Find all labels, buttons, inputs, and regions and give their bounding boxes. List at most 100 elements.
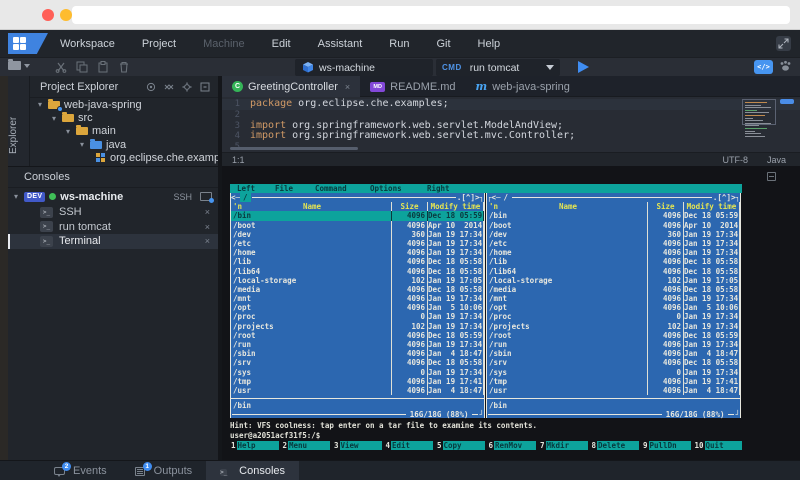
copy-button[interactable] (76, 61, 88, 73)
terminal-view[interactable]: LeftFileCommandOptionsRight <─/.[^]>┐'nN… (222, 166, 800, 460)
machine-tree-row[interactable]: ▾ DEV ws-machine SSH (8, 188, 218, 205)
menu-machine[interactable]: Machine (203, 38, 245, 50)
mc-col-size[interactable]: Size (391, 202, 427, 211)
file-row[interactable]: /root4096Dec 18 05:59 (231, 331, 484, 340)
run-command-button[interactable] (578, 61, 589, 73)
fn-key-view[interactable]: 3View (333, 441, 382, 450)
mc-col-mtime[interactable]: Modify time (683, 202, 740, 211)
mc-col-mtime[interactable]: Modify time (427, 202, 484, 211)
chevron-down-icon[interactable]: ▾ (78, 140, 86, 149)
file-row[interactable]: /boot4096Apr 10 2014 (231, 221, 484, 230)
process-run-tomcat[interactable]: >_run tomcat× (8, 220, 218, 235)
fn-key-help[interactable]: 1Help (230, 441, 279, 450)
file-row[interactable]: /mnt4096Jan 19 17:34 (231, 294, 484, 303)
minimap[interactable] (745, 102, 775, 138)
tab-readme-md[interactable]: MDREADME.md (360, 76, 465, 97)
window-close-button[interactable] (42, 9, 54, 21)
file-row[interactable]: /bin4096Dec 18 05:59 (231, 211, 484, 220)
file-row[interactable]: /proc0Jan 19 17:34 (231, 312, 484, 321)
fn-key-delete[interactable]: 8Delete (591, 441, 640, 450)
file-row[interactable]: /media4096Dec 18 05:58 (231, 285, 484, 294)
close-icon[interactable]: × (205, 236, 210, 246)
file-row[interactable]: /sbin4096Jan 4 18:47 (231, 349, 484, 358)
chevron-down-icon[interactable]: ▾ (12, 192, 20, 201)
fn-key-mkdir[interactable]: 7Mkdir (539, 441, 588, 450)
menu-assistant[interactable]: Assistant (318, 38, 363, 50)
mc-current-path[interactable]: / (501, 193, 512, 202)
file-row[interactable]: /usr4096Jan 4 18:47 (231, 386, 484, 395)
fn-key-pulldn[interactable]: 9PullDn (642, 441, 691, 450)
process-terminal[interactable]: >_Terminal× (8, 234, 218, 249)
tab-greetingcontroller[interactable]: CGreetingController× (222, 76, 360, 97)
tree-item-main[interactable]: ▾main (30, 125, 218, 138)
link-with-editor-icon[interactable] (146, 82, 156, 92)
file-row[interactable]: /etc4096Jan 19 17:34 (231, 239, 484, 248)
file-row[interactable]: /tmp4096Jan 19 17:41 (487, 377, 740, 386)
file-row[interactable]: /sbin4096Jan 4 18:47 (487, 349, 740, 358)
mc-menu-file[interactable]: File (275, 184, 293, 193)
file-row[interactable]: /home4096Jan 19 17:34 (487, 248, 740, 257)
tree-item-org-eclipse-che-examples[interactable]: org.eclipse.che.examples (30, 152, 218, 165)
file-row[interactable]: /opt4096Jan 5 10:06 (487, 303, 740, 312)
mc-menu-left[interactable]: Left (237, 184, 255, 193)
mc-col-name[interactable]: Name (489, 202, 647, 211)
delete-button[interactable] (118, 61, 130, 73)
menu-run[interactable]: Run (389, 38, 409, 50)
file-row[interactable]: /root4096Dec 18 05:59 (487, 331, 740, 340)
file-row[interactable]: /local-storage102Jan 19 17:05 (231, 276, 484, 285)
chevron-down-icon[interactable]: ▾ (36, 100, 44, 109)
cut-button[interactable] (55, 61, 67, 73)
horizontal-scrollbar[interactable] (230, 147, 358, 150)
bottom-tab-outputs[interactable]: 1Outputs (121, 461, 207, 480)
collapse-all-icon[interactable] (164, 82, 174, 92)
file-row[interactable]: /srv4096Dec 18 05:58 (231, 358, 484, 367)
fn-key-quit[interactable]: 10Quit (694, 441, 743, 450)
menu-project[interactable]: Project (142, 38, 176, 50)
close-icon[interactable]: × (205, 207, 210, 217)
minimize-icon[interactable] (767, 172, 776, 181)
tree-item-java[interactable]: ▾java (30, 138, 218, 151)
menu-workspace[interactable]: Workspace (60, 38, 115, 50)
tree-item-web-java-spring[interactable]: ▾web-java-spring (30, 98, 218, 111)
mc-menu-command[interactable]: Command (315, 184, 347, 193)
preview-icon[interactable] (779, 60, 792, 72)
chevron-down-icon[interactable]: ▾ (64, 127, 72, 136)
file-row[interactable]: /sys0Jan 19 17:34 (231, 368, 484, 377)
file-row[interactable]: /usr4096Jan 4 18:47 (487, 386, 740, 395)
close-icon[interactable]: × (205, 222, 210, 232)
paste-button[interactable] (97, 61, 109, 73)
shell-prompt[interactable]: user@a2051acf31f5:/$ (230, 431, 742, 440)
file-row[interactable]: /projects102Jan 19 17:34 (231, 322, 484, 331)
new-project-button[interactable] (8, 61, 30, 70)
machine-selector[interactable]: ws-machine (295, 59, 433, 76)
file-row[interactable]: /etc4096Jan 19 17:34 (487, 239, 740, 248)
file-row[interactable]: /tmp4096Jan 19 17:41 (231, 377, 484, 386)
file-row[interactable]: /run4096Jan 19 17:34 (231, 340, 484, 349)
mc-menu-right[interactable]: Right (427, 184, 450, 193)
file-row[interactable]: /sys0Jan 19 17:34 (487, 368, 740, 377)
address-bar[interactable] (72, 6, 790, 24)
fn-key-copy[interactable]: 5Copy (436, 441, 485, 450)
file-row[interactable]: /boot4096Apr 10 2014 (487, 221, 740, 230)
fn-key-menu[interactable]: 2Menu (282, 441, 331, 450)
file-row[interactable]: /lib4096Dec 18 05:58 (231, 257, 484, 266)
fn-key-edit[interactable]: 4Edit (385, 441, 434, 450)
file-row[interactable]: /local-storage102Jan 19 17:05 (487, 276, 740, 285)
expand-icon[interactable] (776, 36, 791, 51)
tab-web-java-spring[interactable]: mweb-java-spring (466, 76, 580, 97)
file-row[interactable]: /projects102Jan 19 17:34 (487, 322, 740, 331)
file-row[interactable]: /proc0Jan 19 17:34 (487, 312, 740, 321)
file-row[interactable]: /lib644096Dec 18 05:58 (487, 267, 740, 276)
bottom-tab-events[interactable]: 2Events (40, 461, 121, 480)
chevron-down-icon[interactable]: ▾ (50, 114, 58, 123)
file-row[interactable]: /mnt4096Jan 19 17:34 (487, 294, 740, 303)
fn-key-renmov[interactable]: 6RenMov (488, 441, 537, 450)
menu-git[interactable]: Git (436, 38, 450, 50)
file-row[interactable]: /dev360Jan 19 17:34 (231, 230, 484, 239)
code-editor[interactable]: 1package org.eclipse.che.examples;23impo… (222, 97, 800, 152)
bottom-tab-consoles[interactable]: >_Consoles (206, 461, 299, 480)
file-row[interactable]: /run4096Jan 19 17:34 (487, 340, 740, 349)
process-ssh[interactable]: >_SSH× (8, 205, 218, 220)
mc-col-name[interactable]: Name (233, 202, 391, 211)
gear-icon[interactable] (182, 82, 192, 92)
